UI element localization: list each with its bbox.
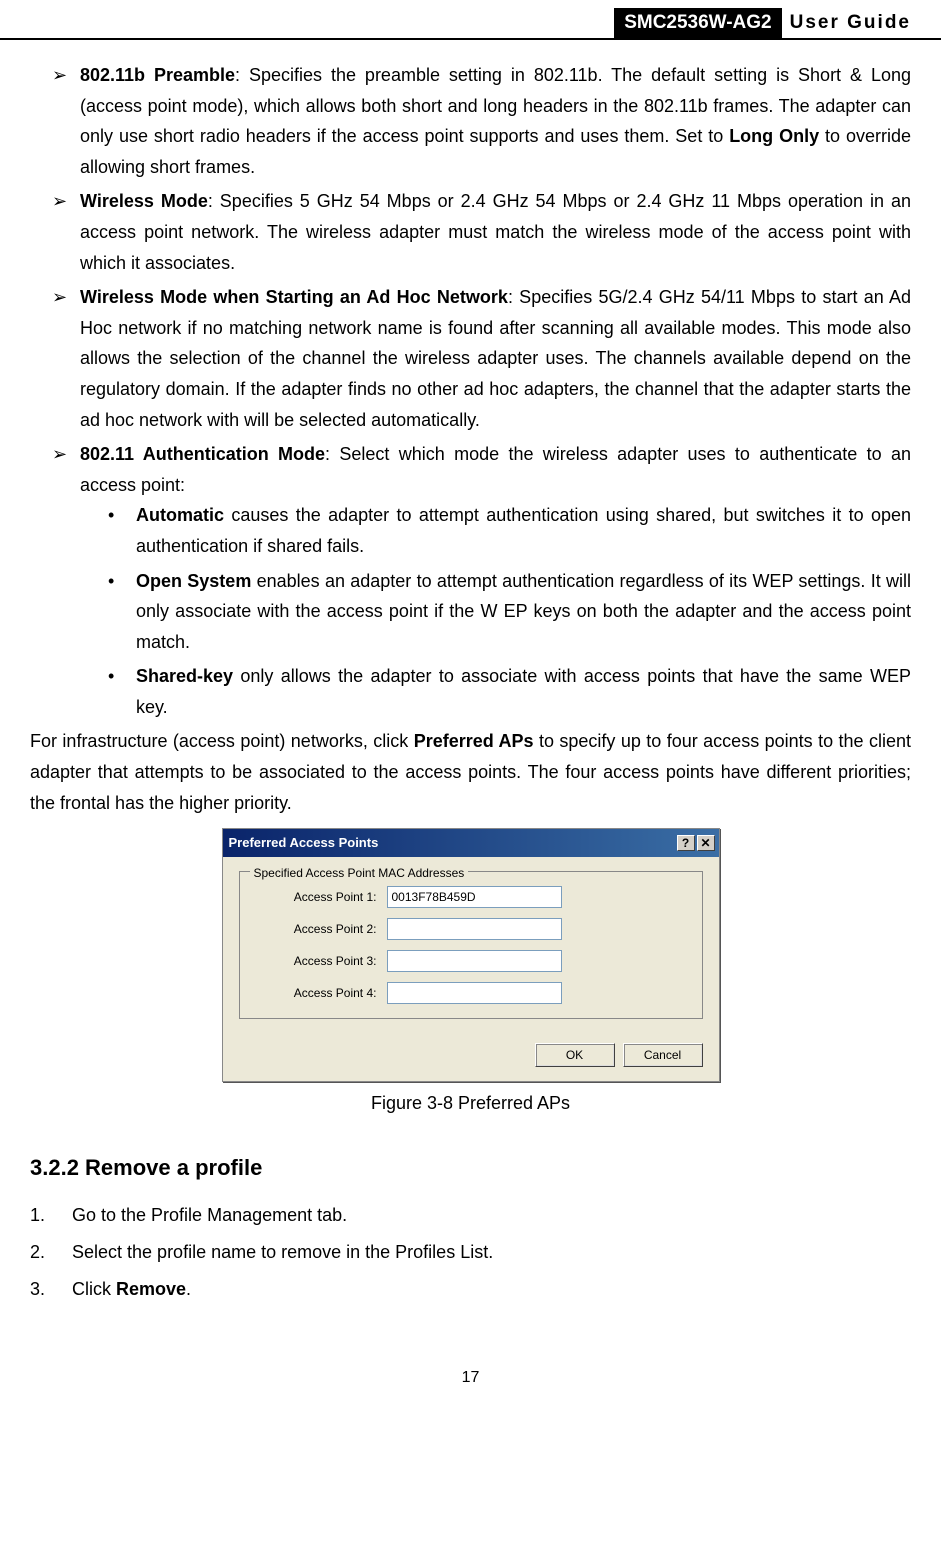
cancel-button[interactable]: Cancel xyxy=(623,1043,703,1067)
dialog-titlebar[interactable]: Preferred Access Points ? ✕ xyxy=(223,829,719,857)
paragraph-preferred-aps: For infrastructure (access point) networ… xyxy=(30,726,911,818)
close-button[interactable]: ✕ xyxy=(697,835,715,851)
ap-row-2: Access Point 2: xyxy=(252,918,690,940)
preferred-aps-dialog: Preferred Access Points ? ✕ Specified Ac… xyxy=(222,828,720,1082)
ap2-input[interactable] xyxy=(387,918,562,940)
dialog-button-row: OK Cancel xyxy=(223,1033,719,1081)
ap-row-1: Access Point 1: xyxy=(252,886,690,908)
para-bold: Preferred APs xyxy=(414,731,534,751)
sub-text: enables an adapter to attempt authentica… xyxy=(136,571,911,652)
bullet-wireless-mode: Wireless Mode: Specifies 5 GHz 54 Mbps o… xyxy=(52,186,911,278)
sub-bullet-shared: Shared-key only allows the adapter to as… xyxy=(108,661,911,722)
ap4-label: Access Point 4: xyxy=(252,983,387,1003)
remove-profile-steps: Go to the Profile Management tab. Select… xyxy=(30,1200,911,1304)
bullet-term: Wireless Mode xyxy=(80,191,208,211)
ap2-label: Access Point 2: xyxy=(252,919,387,939)
sub-text: only allows the adapter to associate wit… xyxy=(136,666,911,717)
step-bold: Remove xyxy=(116,1279,186,1299)
page-content: 802.11b Preamble: Specifies the preamble… xyxy=(0,60,941,1391)
page-header: SMC2536W-AG2 User Guide xyxy=(0,0,941,40)
ap3-input[interactable] xyxy=(387,950,562,972)
sub-term: Shared-key xyxy=(136,666,233,686)
section-heading: 3.2.2 Remove a profile xyxy=(30,1149,911,1186)
dialog-title: Preferred Access Points xyxy=(227,832,379,854)
dialog-body: Specified Access Point MAC Addresses Acc… xyxy=(223,857,719,1033)
ok-button[interactable]: OK xyxy=(535,1043,615,1067)
ap3-label: Access Point 3: xyxy=(252,951,387,971)
guide-title: User Guide xyxy=(782,12,911,34)
help-button[interactable]: ? xyxy=(677,835,695,851)
sub-term: Open System xyxy=(136,571,251,591)
bullet-auth: 802.11 Authentication Mode: Select which… xyxy=(52,439,911,722)
step-1: Go to the Profile Management tab. xyxy=(30,1200,911,1231)
step-text-c: . xyxy=(186,1279,191,1299)
step-text-a: Click xyxy=(72,1279,116,1299)
bullet-preamble: 802.11b Preamble: Specifies the preamble… xyxy=(52,60,911,182)
mac-groupbox: Specified Access Point MAC Addresses Acc… xyxy=(239,871,703,1019)
ap4-input[interactable] xyxy=(387,982,562,1004)
ap-row-3: Access Point 3: xyxy=(252,950,690,972)
bullet-adhoc: Wireless Mode when Starting an Ad Hoc Ne… xyxy=(52,282,911,435)
titlebar-buttons: ? ✕ xyxy=(677,835,715,851)
step-text: Select the profile name to remove in the… xyxy=(72,1242,493,1262)
ap-row-4: Access Point 4: xyxy=(252,982,690,1004)
model-badge: SMC2536W-AG2 xyxy=(614,8,781,38)
bullet-term-2: Long Only xyxy=(729,126,819,146)
figure-caption: Figure 3-8 Preferred APs xyxy=(30,1088,911,1119)
page-number: 17 xyxy=(30,1364,911,1391)
ap1-input[interactable] xyxy=(387,886,562,908)
sub-term: Automatic xyxy=(136,505,224,525)
groupbox-label: Specified Access Point MAC Addresses xyxy=(250,863,469,883)
sub-bullet-list: Automatic causes the adapter to attempt … xyxy=(80,500,911,722)
bullet-text: : Specifies 5G/2.4 GHz 54/11 Mbps to sta… xyxy=(80,287,911,429)
sub-bullet-automatic: Automatic causes the adapter to attempt … xyxy=(108,500,911,561)
step-3: Click Remove. xyxy=(30,1274,911,1305)
sub-text: causes the adapter to attempt authentica… xyxy=(136,505,911,556)
bullet-term: 802.11 Authentication Mode xyxy=(80,444,325,464)
sub-bullet-open: Open System enables an adapter to attemp… xyxy=(108,566,911,658)
main-bullet-list: 802.11b Preamble: Specifies the preamble… xyxy=(30,60,911,722)
step-text: Go to the Profile Management tab. xyxy=(72,1205,347,1225)
ap1-label: Access Point 1: xyxy=(252,887,387,907)
dialog-figure: Preferred Access Points ? ✕ Specified Ac… xyxy=(30,828,911,1082)
bullet-term: Wireless Mode when Starting an Ad Hoc Ne… xyxy=(80,287,508,307)
bullet-term: 802.11b Preamble xyxy=(80,65,235,85)
step-2: Select the profile name to remove in the… xyxy=(30,1237,911,1268)
para-text-a: For infrastructure (access point) networ… xyxy=(30,731,414,751)
